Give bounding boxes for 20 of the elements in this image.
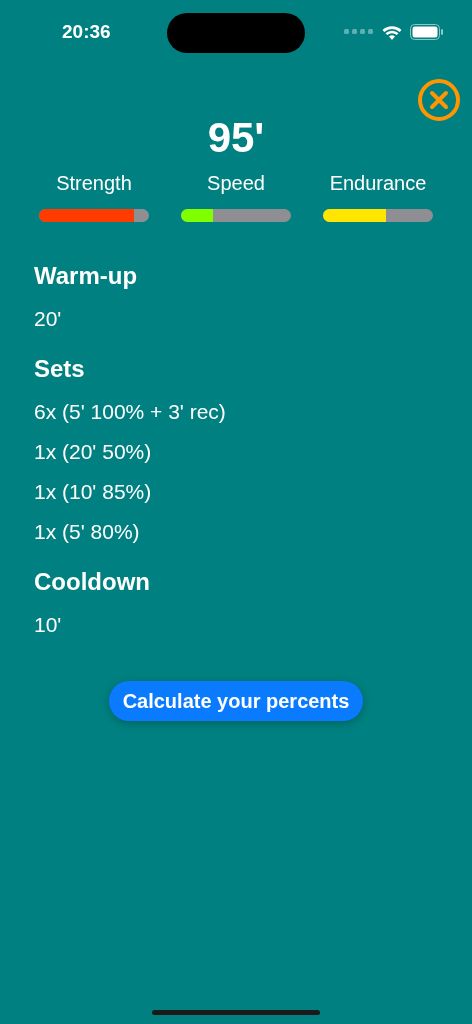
battery-icon [410, 24, 444, 40]
section-title: Cooldown [34, 568, 151, 596]
section-line: 1x (10' 85%) [34, 480, 153, 504]
section-line: 6x (5' 100% + 3' rec) [34, 400, 227, 424]
section-title: Sets [34, 355, 86, 383]
wifi-icon [382, 24, 402, 40]
section-line: 20' [34, 307, 63, 331]
close-icon [417, 78, 461, 122]
meter-label: Speed [207, 172, 265, 195]
section-line: 1x (20' 50%) [34, 440, 153, 464]
section-title: Warm-up [34, 262, 139, 290]
status-time: 20:36 [62, 21, 111, 43]
section-line: 10' [34, 613, 63, 637]
section-line: 1x (5' 80%) [34, 520, 141, 544]
total-duration: 95' [207, 114, 265, 162]
meter-label: Strength [56, 172, 132, 195]
meter-label: Endurance [329, 172, 427, 195]
calculate-button[interactable]: Calculate your percents [108, 681, 364, 721]
close-button[interactable] [417, 78, 461, 122]
signal-icon [344, 29, 374, 35]
